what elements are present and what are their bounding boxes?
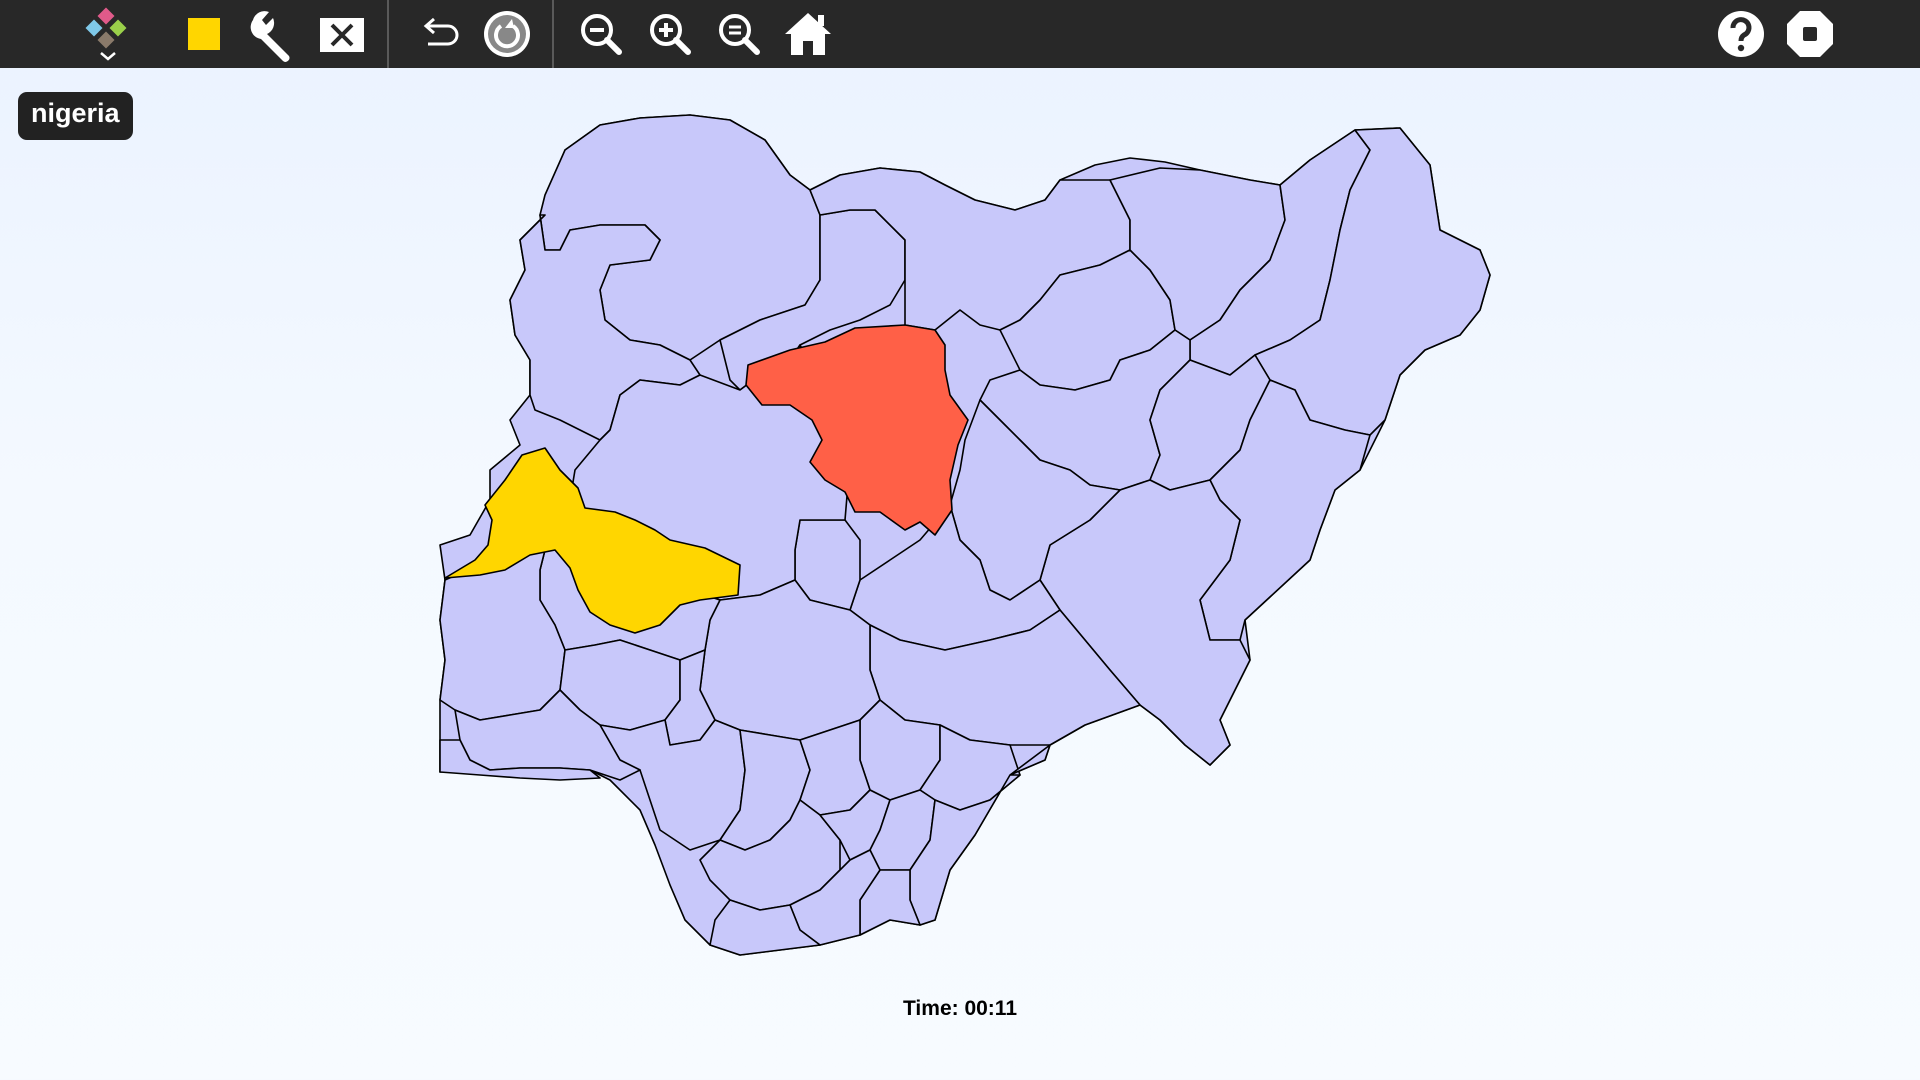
- zoom-in-button[interactable]: [642, 6, 698, 62]
- activity-logo-icon: [85, 7, 127, 61]
- help-button[interactable]: [1713, 6, 1769, 62]
- zoom-out-button[interactable]: [573, 6, 629, 62]
- yellow-square-icon: [188, 18, 220, 50]
- close-box-icon: [320, 18, 364, 52]
- undo-icon: [423, 17, 459, 46]
- nigeria-map: [439, 114, 1491, 956]
- zoom-in-icon: [650, 14, 691, 55]
- stop-button[interactable]: [1782, 6, 1838, 62]
- stop-icon: [1787, 11, 1833, 57]
- activity-menu-button[interactable]: [80, 6, 136, 62]
- toolbar-separator: [552, 0, 554, 68]
- home-icon: [785, 13, 831, 55]
- wrench-icon: [250, 11, 290, 62]
- undo-button[interactable]: [410, 6, 466, 62]
- timer-label: Time: 00:11: [902, 997, 1017, 1020]
- map-canvas: [0, 68, 1920, 1080]
- tools-button[interactable]: [245, 6, 301, 62]
- zoom-fit-button[interactable]: [711, 6, 767, 62]
- toolbar: [0, 0, 1920, 68]
- restart-button[interactable]: [479, 6, 535, 62]
- color-button[interactable]: [176, 6, 232, 62]
- restart-icon: [484, 11, 530, 57]
- zoom-fit-icon: [719, 14, 760, 55]
- zoom-out-icon: [581, 14, 622, 55]
- help-icon: [1718, 11, 1764, 57]
- toolbar-separator: [387, 0, 389, 68]
- home-button[interactable]: [780, 6, 836, 62]
- clear-button[interactable]: [314, 6, 370, 62]
